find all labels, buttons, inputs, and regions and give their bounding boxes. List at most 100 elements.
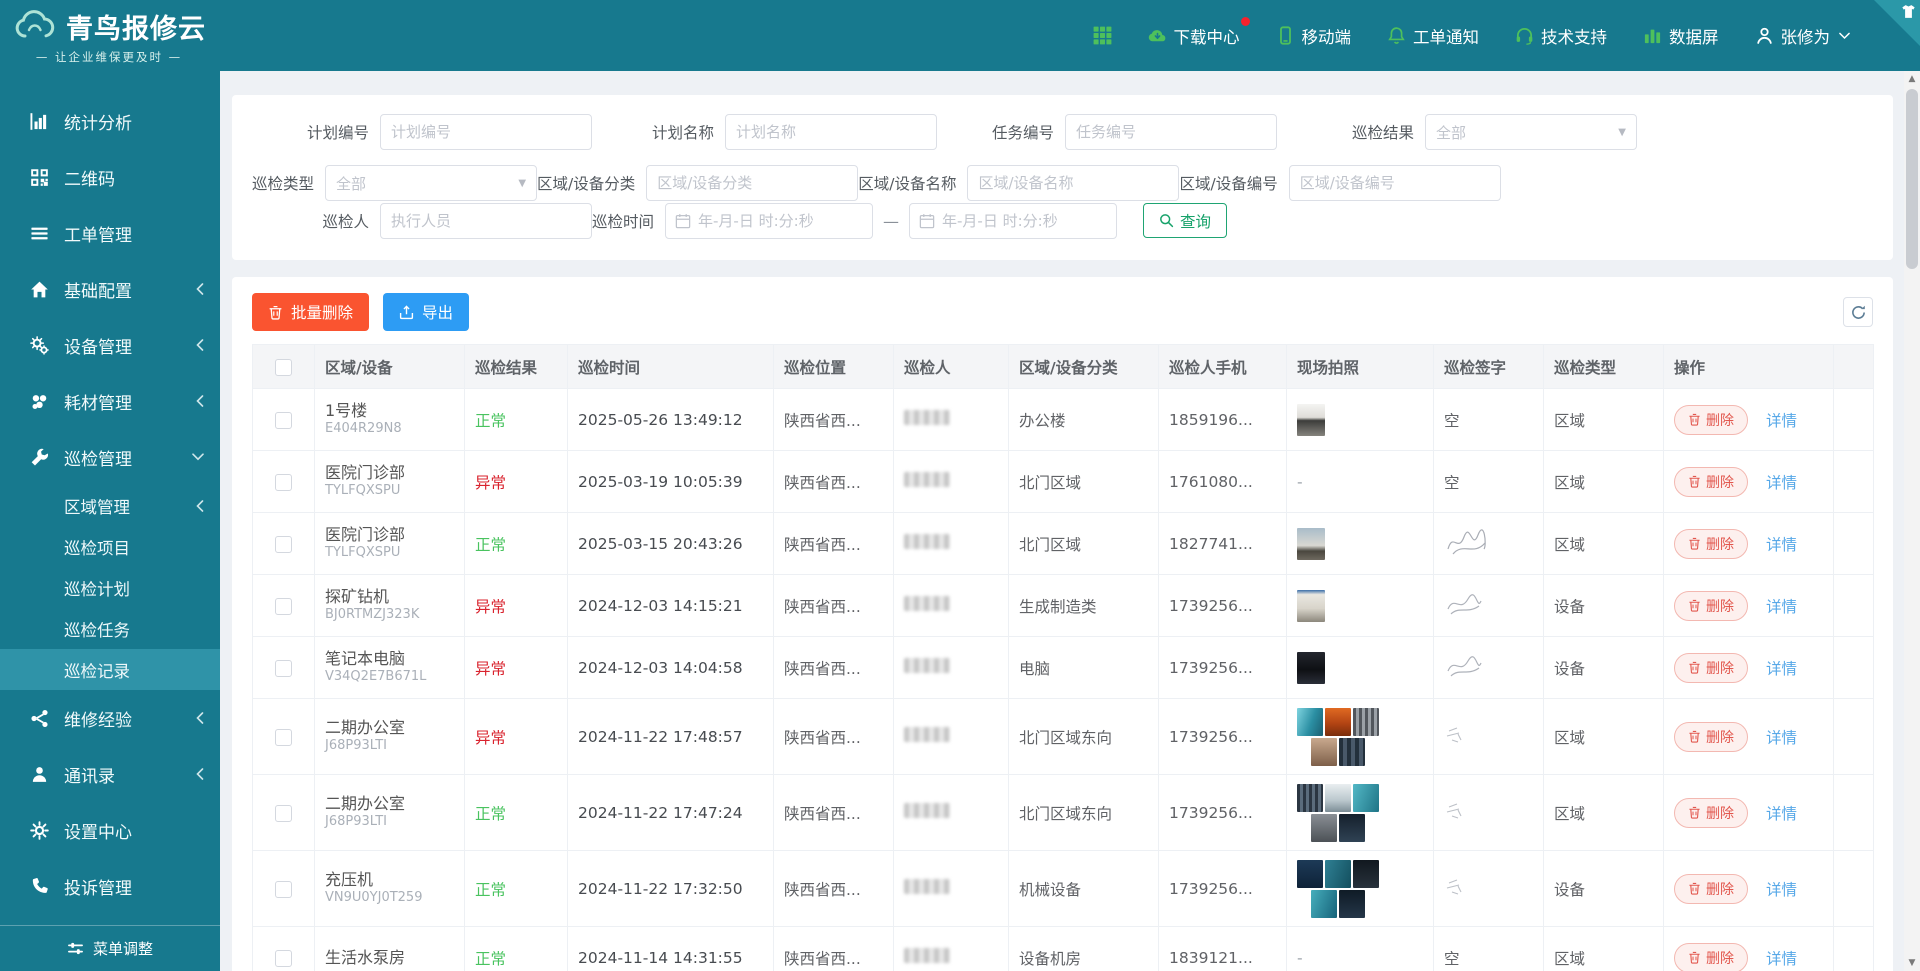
photo-thumbnail[interactable] bbox=[1297, 652, 1325, 684]
photo-thumbnail[interactable] bbox=[1297, 784, 1323, 812]
scroll-up-arrow[interactable]: ▲ bbox=[1904, 71, 1920, 87]
detail-link[interactable]: 详情 bbox=[1766, 474, 1797, 492]
nav-download-center[interactable]: 下载中心 bbox=[1148, 24, 1240, 48]
filter-plan-no-input[interactable] bbox=[391, 123, 581, 141]
inspector-name-redacted bbox=[904, 727, 950, 742]
sidebar-item-settings-center[interactable]: 设置中心 bbox=[0, 802, 220, 858]
filter-area-category-input[interactable] bbox=[657, 174, 847, 192]
start-time-input[interactable] bbox=[698, 212, 862, 230]
nav-workorder-notify[interactable]: 工单通知 bbox=[1387, 24, 1479, 48]
sidebar-item-complaint-mgmt[interactable]: 投诉管理 bbox=[0, 858, 220, 914]
sidebar-item-repair-experience[interactable]: 维修经验 bbox=[0, 690, 220, 746]
detail-link[interactable]: 详情 bbox=[1766, 660, 1797, 678]
delete-button[interactable]: 删除 bbox=[1674, 722, 1748, 752]
home-icon bbox=[30, 280, 49, 299]
sidebar-item-contacts[interactable]: 通讯录 bbox=[0, 746, 220, 802]
delete-button[interactable]: 删除 bbox=[1674, 943, 1748, 971]
delete-button[interactable]: 删除 bbox=[1674, 874, 1748, 904]
row-checkbox[interactable] bbox=[275, 412, 292, 429]
row-checkbox[interactable] bbox=[275, 805, 292, 822]
delete-button[interactable]: 删除 bbox=[1674, 467, 1748, 497]
download-icon bbox=[1148, 26, 1167, 45]
start-time-picker[interactable] bbox=[665, 203, 873, 239]
photo-thumbnail[interactable] bbox=[1297, 404, 1325, 436]
batch-delete-button[interactable]: 批量删除 bbox=[252, 293, 369, 331]
row-checkbox[interactable] bbox=[275, 729, 292, 746]
device-cell: 医院门诊部TYLFQXSPU bbox=[315, 451, 465, 513]
delete-button[interactable]: 删除 bbox=[1674, 653, 1748, 683]
detail-link[interactable]: 详情 bbox=[1766, 412, 1797, 430]
photo-thumbnail[interactable] bbox=[1339, 890, 1365, 918]
photo-thumbnail[interactable] bbox=[1311, 814, 1337, 842]
search-button[interactable]: 查询 bbox=[1143, 203, 1227, 238]
row-checkbox[interactable] bbox=[275, 660, 292, 677]
row-checkbox[interactable] bbox=[275, 598, 292, 615]
filter-task-no-input[interactable] bbox=[1076, 123, 1266, 141]
bell-icon bbox=[1387, 26, 1406, 45]
sidebar-item-inspection-plan[interactable]: 巡检计划 bbox=[0, 567, 220, 608]
sidebar-item-inspection-task[interactable]: 巡检任务 bbox=[0, 608, 220, 649]
sidebar-item-qrcode[interactable]: 二维码 bbox=[0, 149, 220, 205]
scrollbar-thumb[interactable] bbox=[1906, 89, 1918, 269]
delete-button[interactable]: 删除 bbox=[1674, 798, 1748, 828]
nav-mobile[interactable]: 移动端 bbox=[1276, 24, 1352, 48]
photo-thumbnail[interactable] bbox=[1339, 814, 1365, 842]
delete-button[interactable]: 删除 bbox=[1674, 405, 1748, 435]
photo-thumbnail[interactable] bbox=[1353, 860, 1379, 888]
sidebar-item-inspection-project[interactable]: 巡检项目 bbox=[0, 526, 220, 567]
filter-area-name-input[interactable] bbox=[978, 174, 1168, 192]
delete-button[interactable]: 删除 bbox=[1674, 529, 1748, 559]
scroll-down-arrow[interactable]: ▼ bbox=[1904, 955, 1920, 971]
row-checkbox[interactable] bbox=[275, 536, 292, 553]
row-checkbox[interactable] bbox=[275, 474, 292, 491]
photo-thumbnail[interactable] bbox=[1297, 708, 1323, 736]
detail-link[interactable]: 详情 bbox=[1766, 950, 1797, 968]
sidebar-item-workorder[interactable]: 工单管理 bbox=[0, 205, 220, 261]
refresh-button[interactable] bbox=[1843, 297, 1873, 327]
sidebar-item-device-mgmt[interactable]: 设备管理 bbox=[0, 317, 220, 373]
nav-data-screen[interactable]: 数据屏 bbox=[1643, 24, 1719, 48]
filter-type-select[interactable]: 全部 ▼ bbox=[325, 165, 537, 201]
photo-thumbnail[interactable] bbox=[1297, 590, 1325, 622]
photo-thumbnail[interactable] bbox=[1325, 708, 1351, 736]
detail-link[interactable]: 详情 bbox=[1766, 881, 1797, 899]
photo-thumbnail[interactable] bbox=[1311, 738, 1337, 766]
sidebar-item-stats[interactable]: 统计分析 bbox=[0, 93, 220, 149]
nav-tech-support[interactable]: 技术支持 bbox=[1515, 24, 1607, 48]
filter-type: 巡检类型 全部 ▼ bbox=[252, 165, 537, 201]
detail-link[interactable]: 详情 bbox=[1766, 536, 1797, 554]
sidebar-item-base-config[interactable]: 基础配置 bbox=[0, 261, 220, 317]
filter-area-no-input[interactable] bbox=[1300, 174, 1490, 192]
photo-thumbnail[interactable] bbox=[1297, 528, 1325, 560]
filter-plan-name-input[interactable] bbox=[736, 123, 926, 141]
sidebar-item-inspection-mgmt[interactable]: 巡检管理 bbox=[0, 429, 220, 485]
sidebar-item-area-mgmt[interactable]: 区域管理 bbox=[0, 485, 220, 526]
photo-thumbnail[interactable] bbox=[1297, 860, 1323, 888]
delete-button[interactable]: 删除 bbox=[1674, 591, 1748, 621]
detail-link[interactable]: 详情 bbox=[1766, 729, 1797, 747]
row-checkbox[interactable] bbox=[275, 950, 292, 967]
device-category: 电脑 bbox=[1009, 637, 1159, 699]
sidebar-item-consumable-mgmt[interactable]: 耗材管理 bbox=[0, 373, 220, 429]
photo-thumbnail[interactable] bbox=[1325, 860, 1351, 888]
photo-thumbnail[interactable] bbox=[1339, 738, 1365, 766]
sidebar-item-inspection-record[interactable]: 巡检记录 bbox=[0, 649, 220, 690]
filter-inspector-input[interactable] bbox=[391, 212, 581, 230]
nav-user-menu[interactable]: 张修为 bbox=[1755, 24, 1851, 48]
photo-thumbnail[interactable] bbox=[1325, 784, 1351, 812]
photo-thumbnail[interactable] bbox=[1353, 708, 1379, 736]
row-checkbox[interactable] bbox=[275, 881, 292, 898]
column-header: 巡检结果 bbox=[465, 345, 568, 389]
photo-thumbnail[interactable] bbox=[1311, 890, 1337, 918]
header-nav: 下载中心 移动端 工单通知 技术支持 数据屏 张修为 bbox=[1093, 24, 1920, 48]
nav-apps[interactable] bbox=[1093, 26, 1112, 45]
select-all-checkbox[interactable] bbox=[275, 359, 292, 376]
export-button[interactable]: 导出 bbox=[383, 293, 469, 331]
end-time-picker[interactable] bbox=[909, 203, 1117, 239]
detail-link[interactable]: 详情 bbox=[1766, 805, 1797, 823]
photo-thumbnail[interactable] bbox=[1353, 784, 1379, 812]
filter-result-select[interactable]: 全部 ▼ bbox=[1425, 114, 1637, 150]
sidebar-item-menu-adjust[interactable]: 菜单调整 bbox=[0, 925, 220, 971]
end-time-input[interactable] bbox=[942, 212, 1106, 230]
detail-link[interactable]: 详情 bbox=[1766, 598, 1797, 616]
